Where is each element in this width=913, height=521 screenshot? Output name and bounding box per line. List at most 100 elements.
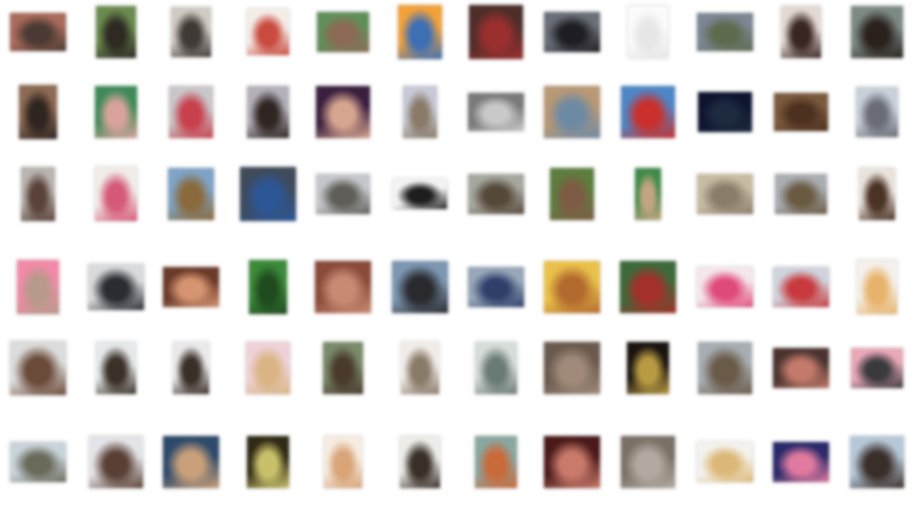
file-item[interactable] — [534, 342, 610, 398]
image-thumbnail[interactable] — [400, 436, 440, 488]
file-item[interactable] — [458, 174, 534, 218]
file-item[interactable] — [839, 260, 913, 318]
image-thumbnail[interactable] — [851, 348, 903, 388]
image-thumbnail[interactable] — [775, 174, 827, 214]
file-item[interactable] — [153, 436, 229, 492]
image-thumbnail[interactable] — [316, 86, 370, 138]
image-thumbnail[interactable] — [240, 167, 296, 221]
image-thumbnail[interactable] — [168, 168, 214, 220]
image-thumbnail[interactable] — [317, 12, 369, 52]
image-thumbnail[interactable] — [401, 342, 439, 394]
image-thumbnail[interactable] — [697, 174, 753, 214]
file-item[interactable] — [153, 267, 229, 311]
image-thumbnail[interactable] — [324, 436, 362, 488]
file-item[interactable] — [458, 267, 534, 311]
image-thumbnail[interactable] — [469, 5, 523, 59]
file-item[interactable] — [839, 168, 913, 224]
file-item[interactable] — [458, 93, 534, 135]
file-item[interactable] — [534, 12, 610, 56]
file-item[interactable] — [763, 174, 839, 218]
file-item[interactable] — [230, 86, 306, 142]
image-thumbnail[interactable] — [403, 86, 437, 138]
image-thumbnail[interactable] — [544, 261, 600, 313]
file-item[interactable] — [534, 261, 610, 317]
file-item[interactable] — [839, 6, 913, 62]
image-thumbnail[interactable] — [468, 93, 524, 131]
file-item[interactable] — [78, 6, 154, 62]
file-item[interactable] — [839, 348, 913, 392]
file-item[interactable] — [382, 261, 458, 317]
file-item[interactable] — [458, 436, 534, 492]
file-item[interactable] — [0, 341, 76, 399]
file-item[interactable] — [78, 436, 154, 492]
image-thumbnail[interactable] — [163, 436, 219, 488]
file-item[interactable] — [305, 86, 381, 142]
file-item[interactable] — [687, 442, 763, 486]
file-item[interactable] — [0, 442, 76, 486]
file-item[interactable] — [78, 86, 154, 142]
image-thumbnail[interactable] — [398, 5, 442, 59]
image-thumbnail[interactable] — [628, 6, 668, 58]
file-item[interactable] — [458, 5, 534, 63]
file-item[interactable] — [382, 86, 458, 142]
image-thumbnail[interactable] — [856, 87, 898, 137]
file-item[interactable] — [534, 436, 610, 492]
file-item[interactable] — [763, 348, 839, 392]
image-thumbnail[interactable] — [851, 6, 903, 58]
file-item[interactable] — [610, 86, 686, 142]
image-thumbnail[interactable] — [621, 436, 675, 488]
image-thumbnail[interactable] — [247, 86, 289, 138]
file-item[interactable] — [153, 342, 229, 398]
image-thumbnail[interactable] — [773, 267, 829, 307]
image-thumbnail[interactable] — [171, 7, 211, 57]
image-thumbnail[interactable] — [774, 93, 828, 131]
file-item[interactable] — [458, 342, 534, 398]
file-item[interactable] — [839, 87, 913, 141]
image-thumbnail[interactable] — [163, 267, 219, 307]
image-thumbnail[interactable] — [247, 436, 289, 488]
image-thumbnail[interactable] — [627, 342, 669, 394]
image-thumbnail[interactable] — [10, 442, 66, 482]
image-thumbnail[interactable] — [17, 260, 59, 314]
file-item[interactable] — [78, 342, 154, 398]
file-item[interactable] — [687, 92, 763, 136]
file-item[interactable] — [763, 93, 839, 135]
image-thumbnail[interactable] — [247, 9, 289, 55]
file-item[interactable] — [0, 260, 76, 318]
file-item[interactable] — [305, 12, 381, 56]
image-thumbnail[interactable] — [316, 174, 370, 214]
file-item[interactable] — [610, 436, 686, 492]
image-thumbnail[interactable] — [88, 264, 144, 310]
image-thumbnail[interactable] — [246, 342, 290, 394]
file-item[interactable] — [78, 167, 154, 225]
image-thumbnail[interactable] — [781, 6, 821, 58]
file-item[interactable] — [305, 436, 381, 492]
file-item[interactable] — [610, 261, 686, 317]
image-thumbnail[interactable] — [19, 85, 57, 139]
image-thumbnail[interactable] — [475, 436, 517, 488]
image-thumbnail[interactable] — [697, 13, 753, 51]
image-thumbnail[interactable] — [96, 342, 136, 394]
image-thumbnail[interactable] — [857, 260, 897, 314]
file-item[interactable] — [305, 342, 381, 398]
image-thumbnail[interactable] — [697, 267, 753, 307]
file-item[interactable] — [305, 261, 381, 317]
file-item[interactable] — [230, 260, 306, 318]
file-item[interactable] — [0, 13, 76, 55]
file-item[interactable] — [687, 174, 763, 218]
file-item[interactable] — [687, 13, 763, 55]
file-item[interactable] — [230, 342, 306, 398]
file-item[interactable] — [534, 168, 610, 224]
file-item[interactable] — [763, 6, 839, 62]
image-thumbnail[interactable] — [95, 86, 137, 138]
image-thumbnail[interactable] — [698, 92, 752, 132]
image-thumbnail[interactable] — [96, 6, 136, 58]
image-thumbnail[interactable] — [21, 167, 55, 221]
file-item[interactable] — [382, 342, 458, 398]
file-item[interactable] — [153, 168, 229, 224]
file-item[interactable] — [153, 86, 229, 142]
image-thumbnail[interactable] — [169, 86, 213, 138]
image-thumbnail[interactable] — [698, 342, 752, 394]
image-thumbnail[interactable] — [315, 261, 371, 313]
image-thumbnail[interactable] — [468, 174, 524, 214]
